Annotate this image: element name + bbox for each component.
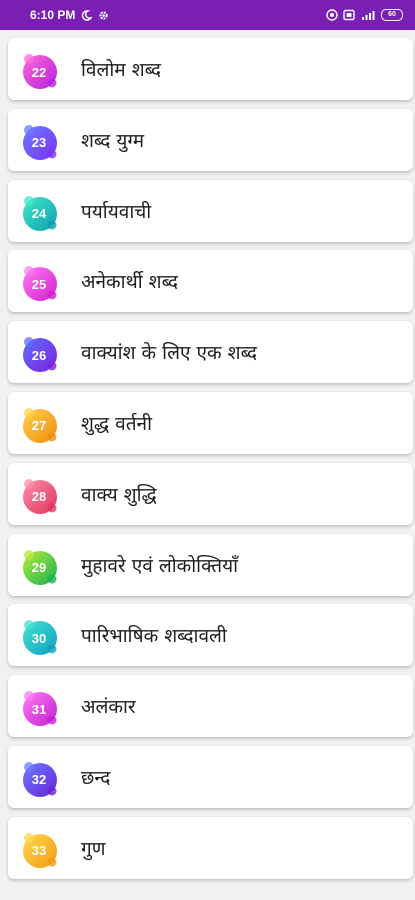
item-label: मुहावरे एवं लोकोक्तियाँ: [81, 554, 239, 577]
item-label: शब्द युग्म: [81, 129, 145, 152]
item-number: 22: [31, 64, 47, 80]
list-item[interactable]: 23 शब्द युग्म: [8, 108, 413, 171]
item-label: पारिभाषिक शब्दावली: [81, 625, 227, 648]
number-badge: 29: [17, 546, 61, 590]
item-number: 32: [31, 772, 47, 788]
list-item[interactable]: 27 शुद्ध वर्तनी: [8, 391, 413, 454]
number-badge: 22: [17, 50, 61, 94]
moon-icon: [81, 9, 93, 21]
status-time: 6:10 PM: [30, 8, 76, 22]
list-item[interactable]: 22 विलोम शब्द: [8, 38, 413, 100]
status-bar: 6:10 PM 60: [0, 0, 415, 30]
number-badge: 33: [17, 829, 61, 873]
list-item[interactable]: 31 अलंकार: [8, 675, 413, 738]
number-badge: 26: [17, 333, 61, 377]
item-number: 27: [31, 418, 47, 434]
item-number: 25: [31, 276, 47, 292]
list-item[interactable]: 33 गुण: [8, 816, 413, 879]
item-label: शुद्ध वर्तनी: [81, 412, 153, 435]
battery-icon: 60: [381, 9, 403, 21]
list-item[interactable]: 24 पर्यायवाची: [8, 179, 413, 242]
list-item[interactable]: 30 पारिभाषिक शब्दावली: [8, 604, 413, 667]
number-badge: 24: [17, 192, 61, 236]
item-number: 29: [31, 560, 47, 576]
list-item[interactable]: 32 छन्द: [8, 745, 413, 808]
number-badge: 25: [17, 262, 61, 306]
hotspot-icon: [326, 9, 338, 21]
item-number: 26: [31, 347, 47, 363]
item-label: अलंकार: [81, 696, 136, 719]
item-label: गुण: [81, 837, 106, 860]
gear-icon: [98, 10, 109, 21]
number-badge: 23: [17, 121, 61, 165]
number-badge: 30: [17, 616, 61, 660]
topic-list: 22 विलोम शब्द 23 शब्द युग्म 24 पर्यायवाची 25 अन…: [8, 38, 413, 888]
number-badge: 27: [17, 404, 61, 448]
item-label: वाक्य शुद्धि: [81, 483, 157, 506]
list-item[interactable]: 28 वाक्य शुद्धि: [8, 462, 413, 525]
list-item[interactable]: 29 मुहावरे एवं लोकोक्तियाँ: [8, 533, 413, 596]
signal-icon: [360, 10, 376, 21]
item-label: पर्यायवाची: [81, 200, 152, 223]
item-number: 33: [31, 843, 47, 859]
number-badge: 32: [17, 758, 61, 802]
number-badge: 31: [17, 687, 61, 731]
item-number: 31: [31, 701, 47, 717]
item-label: विलोम शब्द: [81, 59, 162, 81]
list-item[interactable]: 25 अनेकार्थी शब्द: [8, 250, 413, 313]
item-number: 30: [31, 630, 47, 646]
item-label: अनेकार्थी शब्द: [81, 271, 179, 294]
item-number: 28: [31, 489, 47, 505]
item-number: 24: [31, 206, 47, 222]
list-item[interactable]: 26 वाक्यांश के लिए एक शब्द: [8, 321, 413, 384]
item-label: वाक्यांश के लिए एक शब्द: [81, 342, 258, 365]
item-number: 23: [31, 135, 47, 151]
number-badge: 28: [17, 475, 61, 519]
screen-cast-icon: [343, 9, 355, 21]
item-label: छन्द: [81, 766, 111, 789]
